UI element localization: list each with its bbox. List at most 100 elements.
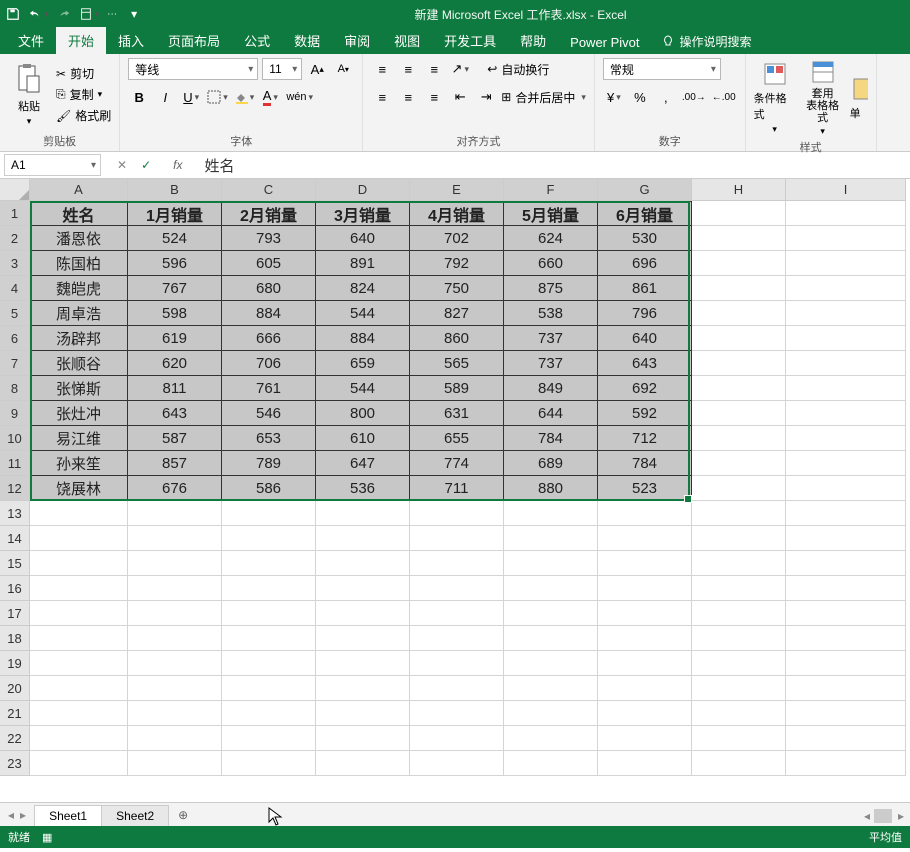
cell[interactable] (786, 351, 906, 376)
dec-decimal-icon[interactable]: ←.00 (711, 86, 737, 108)
indent-inc-icon[interactable]: ⇥ (475, 86, 497, 108)
cell[interactable] (30, 676, 128, 701)
painter-button[interactable]: 🖌格式刷 (56, 107, 111, 124)
cell[interactable] (222, 626, 316, 651)
cell[interactable]: 800 (316, 401, 410, 426)
cell[interactable]: 523 (598, 476, 692, 501)
cell[interactable]: 643 (598, 351, 692, 376)
cell[interactable]: 5月销量 (504, 201, 598, 226)
cond-format-button[interactable]: 条件格式▾ (754, 58, 796, 137)
cell[interactable] (410, 501, 504, 526)
tab-review[interactable]: 审阅 (332, 27, 382, 54)
save-icon[interactable] (6, 7, 20, 21)
cell[interactable]: 644 (504, 401, 598, 426)
inc-decimal-icon[interactable]: .00→ (681, 86, 707, 108)
cell[interactable] (786, 401, 906, 426)
align-bottom-icon[interactable]: ≡ (423, 58, 445, 80)
cell[interactable] (30, 751, 128, 776)
cell[interactable] (692, 401, 786, 426)
currency-icon[interactable]: ¥ (603, 86, 625, 108)
tab-data[interactable]: 数据 (282, 27, 332, 54)
cell[interactable]: 793 (222, 226, 316, 251)
row-head[interactable]: 10 (0, 426, 30, 451)
font-size-combo[interactable]: 11 (262, 58, 302, 80)
cell[interactable]: 891 (316, 251, 410, 276)
italic-button[interactable]: I (154, 86, 176, 108)
row-head[interactable]: 8 (0, 376, 30, 401)
cell[interactable] (786, 326, 906, 351)
cell[interactable] (692, 751, 786, 776)
formula-input[interactable]: 姓名 (204, 155, 234, 176)
cell[interactable] (692, 501, 786, 526)
cell[interactable] (222, 601, 316, 626)
cell[interactable] (504, 501, 598, 526)
cell[interactable]: 640 (316, 226, 410, 251)
cell[interactable] (30, 551, 128, 576)
cell[interactable] (504, 751, 598, 776)
cell[interactable] (128, 726, 222, 751)
cell[interactable] (692, 651, 786, 676)
cell[interactable] (692, 476, 786, 501)
cell[interactable] (692, 601, 786, 626)
row-head[interactable]: 2 (0, 226, 30, 251)
cell[interactable] (786, 226, 906, 251)
cell[interactable]: 张顺谷 (30, 351, 128, 376)
cell[interactable] (504, 601, 598, 626)
scroll-left-icon[interactable]: ◂ (864, 809, 870, 823)
cell[interactable] (786, 526, 906, 551)
cell[interactable]: 周卓浩 (30, 301, 128, 326)
cell[interactable] (30, 576, 128, 601)
row-head[interactable]: 5 (0, 301, 30, 326)
cell[interactable] (786, 251, 906, 276)
cell[interactable] (692, 726, 786, 751)
cell[interactable]: 张悌斯 (30, 376, 128, 401)
cell[interactable]: 711 (410, 476, 504, 501)
cell[interactable] (504, 701, 598, 726)
cell[interactable] (128, 501, 222, 526)
copy-button[interactable]: ⎘复制▾ (56, 86, 111, 103)
cell[interactable] (692, 526, 786, 551)
cell[interactable] (316, 601, 410, 626)
cell[interactable] (786, 301, 906, 326)
tab-powerpivot[interactable]: Power Pivot (558, 31, 651, 54)
cell[interactable] (128, 751, 222, 776)
cell[interactable]: 538 (504, 301, 598, 326)
cell[interactable]: 孙来笙 (30, 451, 128, 476)
cell[interactable]: 524 (128, 226, 222, 251)
tab-insert[interactable]: 插入 (106, 27, 156, 54)
cell[interactable] (410, 651, 504, 676)
cell[interactable] (692, 201, 786, 226)
cell[interactable] (692, 376, 786, 401)
cell[interactable]: 737 (504, 326, 598, 351)
cell[interactable]: 647 (316, 451, 410, 476)
row-head[interactable]: 14 (0, 526, 30, 551)
cell[interactable]: 884 (316, 326, 410, 351)
cell[interactable] (30, 651, 128, 676)
cell[interactable] (786, 451, 906, 476)
cell[interactable] (30, 626, 128, 651)
cell[interactable]: 784 (598, 451, 692, 476)
cell[interactable]: 737 (504, 351, 598, 376)
cell[interactable]: 660 (504, 251, 598, 276)
cell[interactable]: 774 (410, 451, 504, 476)
cell[interactable] (222, 501, 316, 526)
cell[interactable] (786, 726, 906, 751)
cell[interactable]: 姓名 (30, 201, 128, 226)
cell[interactable]: 659 (316, 351, 410, 376)
cell[interactable]: 692 (598, 376, 692, 401)
percent-icon[interactable]: % (629, 86, 651, 108)
cell[interactable]: 696 (598, 251, 692, 276)
cell[interactable] (128, 701, 222, 726)
cell[interactable] (692, 251, 786, 276)
col-head[interactable]: H (692, 179, 786, 201)
cell[interactable]: 680 (222, 276, 316, 301)
row-head[interactable]: 11 (0, 451, 30, 476)
cell[interactable]: 884 (222, 301, 316, 326)
cell[interactable]: 6月销量 (598, 201, 692, 226)
cell[interactable]: 潘恩依 (30, 226, 128, 251)
cell[interactable] (316, 701, 410, 726)
cell[interactable]: 849 (504, 376, 598, 401)
cell[interactable] (598, 501, 692, 526)
cell[interactable] (598, 676, 692, 701)
cell[interactable]: 620 (128, 351, 222, 376)
